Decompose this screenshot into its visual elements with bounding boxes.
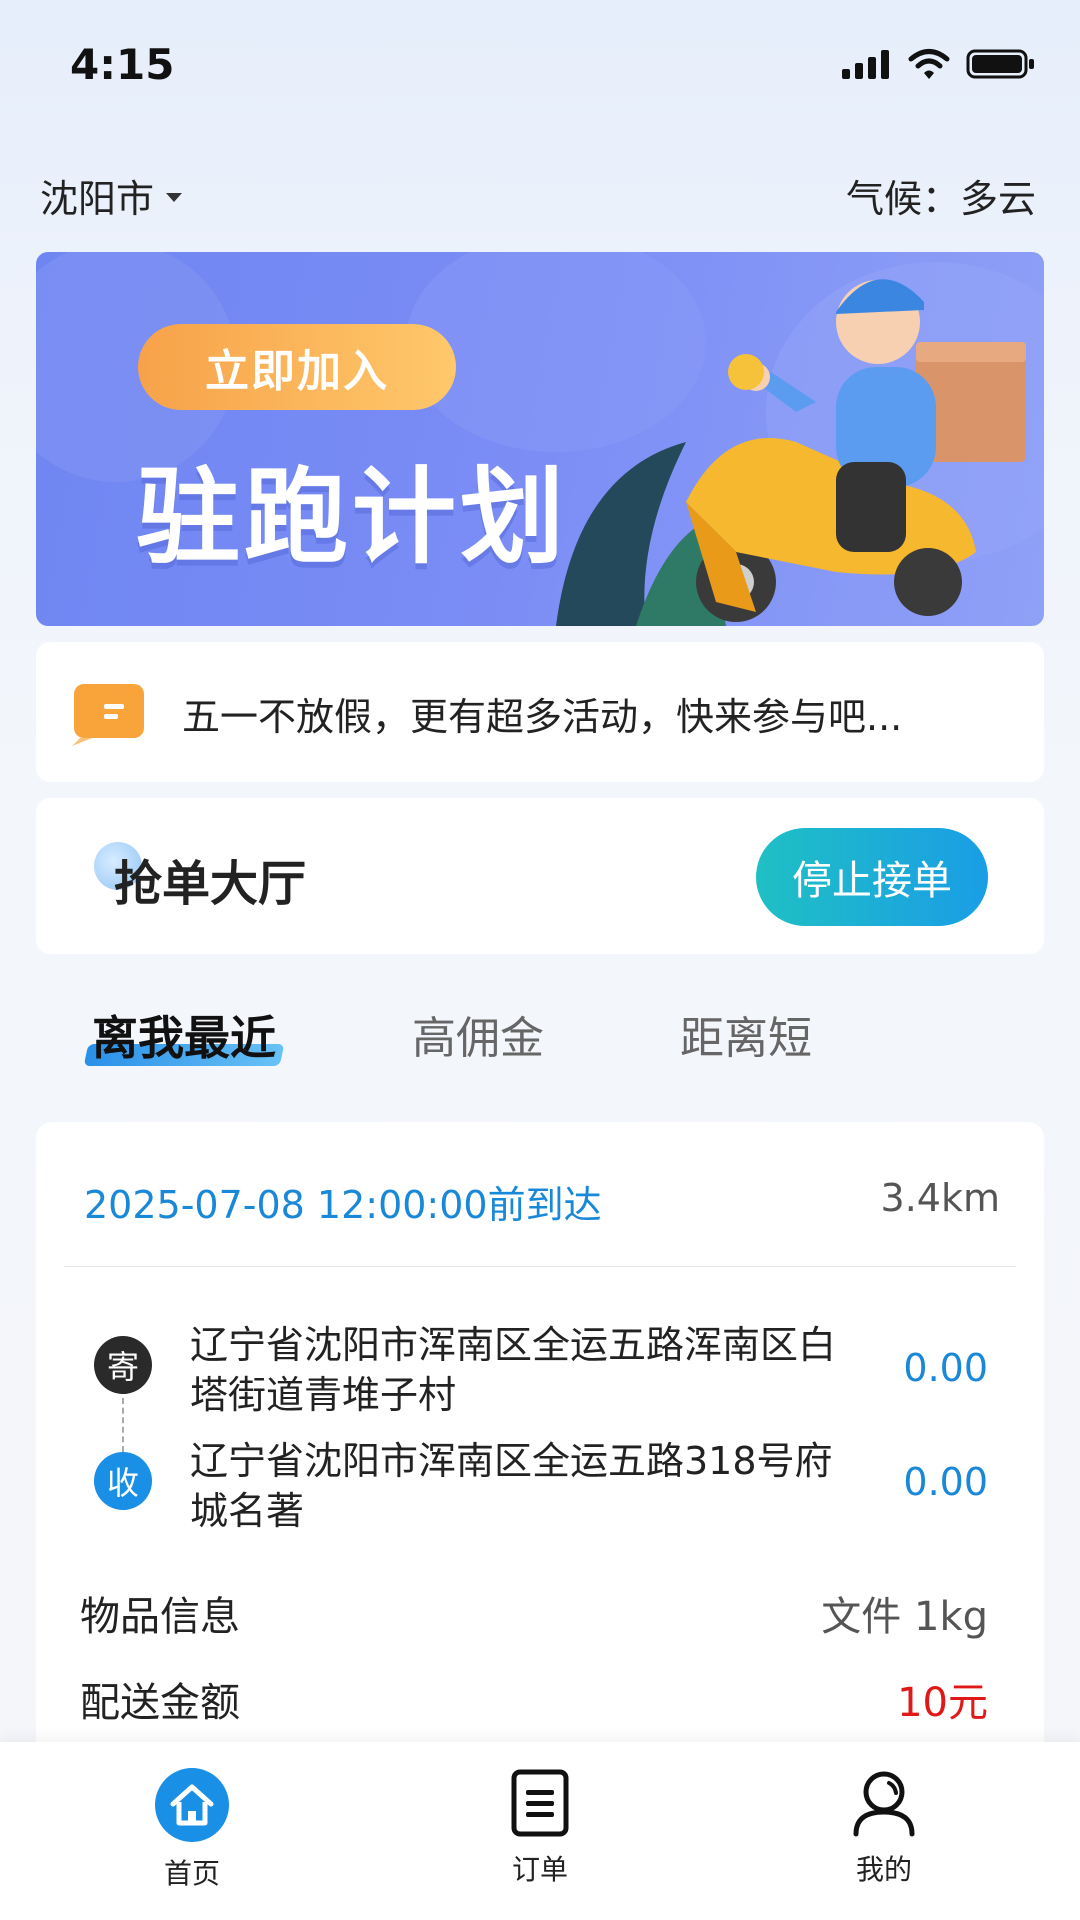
join-now-badge: 立即加入 (138, 324, 456, 410)
promo-banner[interactable]: 立即加入 驻跑计划 (36, 252, 1044, 626)
signal-icon (842, 50, 889, 79)
weather-label: 气候：多云 (845, 177, 1036, 221)
order-hall-panel: 抢单大厅 停止接单 (36, 798, 1044, 954)
wifi-icon (908, 49, 950, 79)
tab-high-commission[interactable]: 高佣金 (412, 1002, 544, 1066)
stop-accepting-button[interactable]: 停止接单 (756, 828, 988, 926)
nav-home-label: 首页 (163, 1857, 220, 1890)
hall-title: 抢单大厅 (114, 856, 307, 912)
caret-down-icon (166, 193, 183, 202)
send-address: 辽宁省沈阳市浑南区全运五路浑南区白塔街道青堆子村 (190, 1323, 837, 1417)
tab-nearest[interactable]: 离我最近 (92, 1002, 276, 1068)
nav-profile[interactable]: 我的 (804, 1768, 964, 1888)
message-icon (72, 684, 144, 746)
order-distance: 3.4km (880, 1176, 1000, 1220)
nav-orders-label: 订单 (511, 1853, 568, 1886)
status-time: 4:15 (70, 40, 175, 89)
card-divider (64, 1266, 1016, 1267)
user-profile-icon (853, 1771, 915, 1837)
item-info-label: 物品信息 (80, 1594, 240, 1640)
route-dashed-line (122, 1398, 124, 1452)
city-selector[interactable]: 沈阳市 (40, 168, 183, 223)
tab-short-distance[interactable]: 距离短 (680, 1002, 812, 1066)
bottom-nav: 首页 订单 我的 (0, 1742, 1080, 1920)
receive-address: 辽宁省沈阳市浑南区全运五路318号府城名著 (190, 1439, 833, 1533)
notice-text: 五一不放假，更有超多活动，快来参与吧... (182, 695, 903, 739)
banner-title: 驻跑计划 (136, 456, 569, 578)
home-icon (155, 1768, 229, 1842)
battery-icon (966, 49, 1034, 79)
order-card[interactable]: 2025-07-08 12:00:00前到达 3.4km 寄 收 辽宁省沈阳市浑… (36, 1122, 1044, 1782)
item-info-value: 文件 1kg (821, 1594, 988, 1640)
receive-amount: 0.00 (903, 1460, 988, 1504)
nav-home[interactable]: 首页 (112, 1768, 272, 1892)
nav-orders[interactable]: 订单 (460, 1768, 620, 1888)
nav-profile-label: 我的 (855, 1853, 912, 1886)
notice-bar[interactable]: 五一不放假，更有超多活动，快来参与吧... (36, 642, 1044, 782)
delivery-fee-value: 10元 (897, 1680, 988, 1726)
status-icons (840, 48, 1036, 80)
receive-badge: 收 (94, 1452, 152, 1510)
city-label: 沈阳市 (40, 177, 155, 221)
order-list-icon (511, 1769, 569, 1837)
send-amount: 0.00 (903, 1346, 988, 1390)
order-deadline: 2025-07-08 12:00:00前到达 (84, 1183, 602, 1227)
send-badge: 寄 (94, 1336, 152, 1394)
delivery-fee-label: 配送金额 (80, 1680, 240, 1726)
